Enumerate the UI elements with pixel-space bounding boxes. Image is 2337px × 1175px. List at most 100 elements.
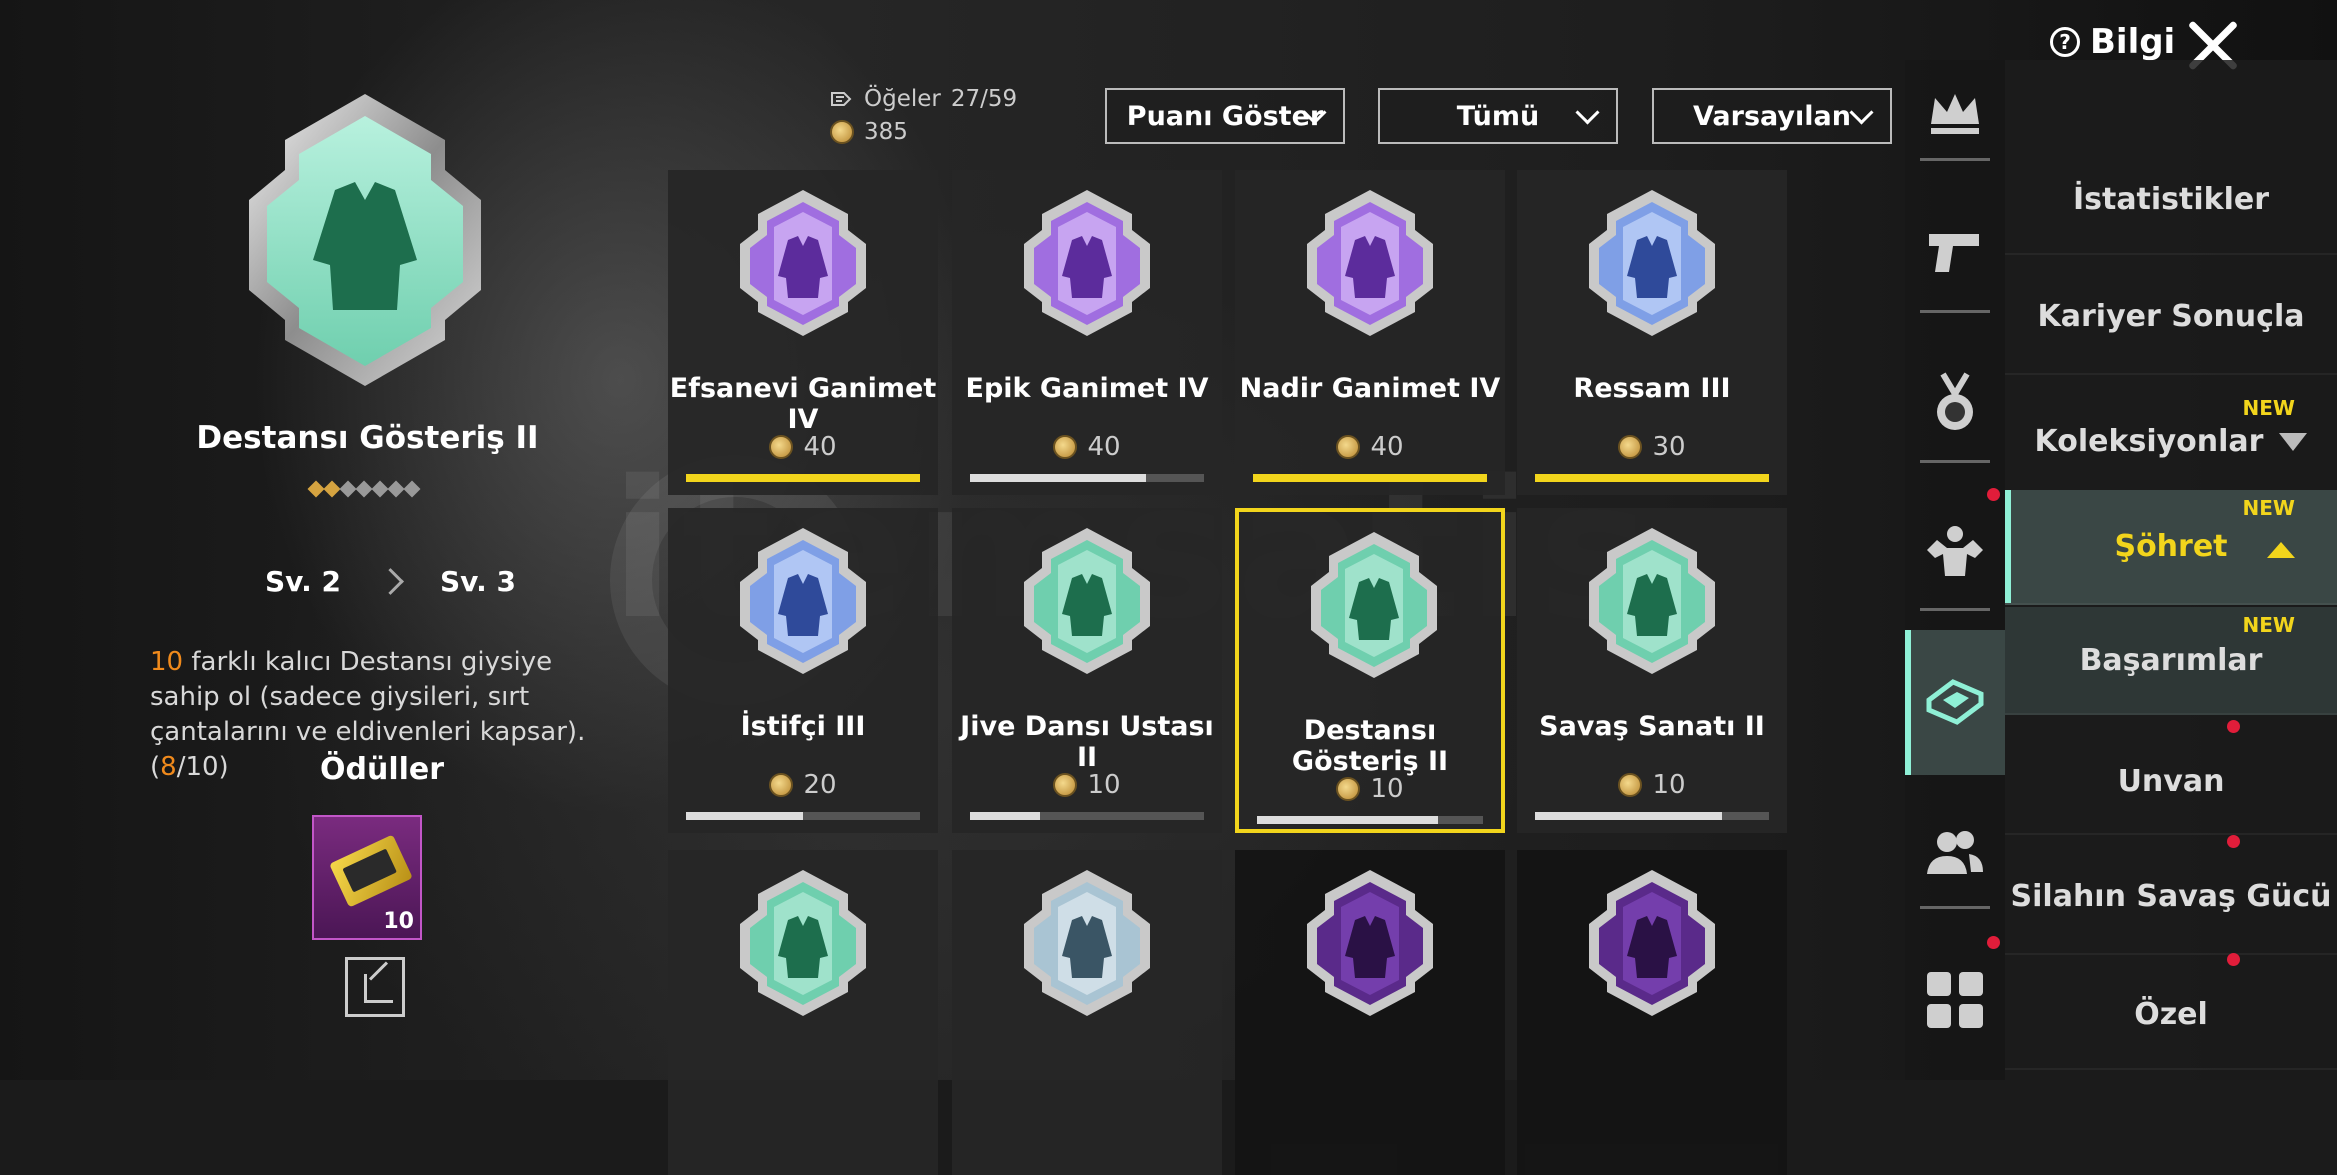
achievement-badge-icon [1587, 868, 1717, 1018]
progress-bar [1535, 812, 1769, 820]
menu-achievements[interactable]: Başarımlar NEW [2005, 607, 2337, 715]
menu-career-results[interactable]: Kariyer Sonuçla [2005, 260, 2337, 375]
help-button[interactable]: ? Bilgi [2050, 22, 2175, 62]
divider [1920, 460, 1990, 463]
achievement-card[interactable]: Savaş Sanatı II 10 [1517, 508, 1787, 833]
progress-fill [970, 474, 1146, 482]
points-icon [769, 435, 794, 459]
menu-collections[interactable]: Koleksiyonlar NEW [2005, 380, 2337, 505]
muscle-icon[interactable] [1923, 520, 1987, 584]
triangle-up-icon [2267, 542, 2295, 558]
achievement-card[interactable]: Nadir Ganimet IV 40 [1235, 170, 1505, 495]
pistol-icon[interactable] [1923, 220, 1987, 284]
achievement-points: 40 [668, 432, 938, 462]
achievement-card[interactable] [668, 850, 938, 1175]
achievement-badge-icon [738, 188, 868, 338]
progress-bar [1535, 474, 1769, 482]
achievement-card[interactable]: Ressam III 30 [1517, 170, 1787, 495]
points-value: 385 [864, 118, 908, 145]
achievement-points: 30 [1517, 432, 1787, 462]
progress-fill [970, 812, 1041, 820]
points-value: 40 [803, 432, 837, 462]
menu-weapon-power[interactable]: Silahın Savaş Gücü [2005, 840, 2337, 955]
achievement-card[interactable] [952, 850, 1222, 1175]
achievement-card[interactable]: Efsanevi Ganimet IV 40 [668, 170, 938, 495]
achievement-name: İstifçi III [740, 711, 866, 742]
achievement-card[interactable]: Epik Ganimet IV 40 [952, 170, 1222, 495]
friends-icon[interactable] [1923, 820, 1987, 884]
star-dot [323, 480, 341, 498]
divider [1920, 158, 1990, 161]
desc-progress: 8 [160, 752, 177, 782]
achievement-name: Jive Dansı Ustası II [960, 711, 1214, 773]
menu-label: İstatistikler [2072, 181, 2270, 217]
help-label: Bilgi [2090, 22, 2176, 62]
reward-item[interactable]: 10 [312, 815, 422, 940]
level-from: Sv. 2 [265, 565, 342, 598]
fame-icon[interactable] [1923, 670, 1987, 734]
reward-count: 10 [383, 909, 414, 934]
points-icon [1053, 773, 1078, 797]
star-dot [307, 480, 325, 498]
medal-icon[interactable] [1923, 370, 1987, 434]
menu-statistics[interactable]: İstatistikler [2005, 145, 2337, 255]
star-dot [339, 480, 357, 498]
progress-bar [970, 812, 1204, 820]
share-icon[interactable] [345, 957, 405, 1017]
new-badge: NEW [2242, 613, 2295, 637]
category-icon-column [1905, 60, 2005, 1080]
progress-bar [1257, 816, 1483, 824]
points-value: 30 [1652, 432, 1686, 462]
sort-dropdown[interactable]: Varsayılan [1652, 88, 1892, 144]
desc-count: 10 [150, 647, 184, 677]
achievement-card[interactable]: Destansı Gösteriş II 10 [1235, 508, 1505, 833]
achievement-name: Ressam III [1573, 373, 1731, 404]
question-icon: ? [2050, 27, 2080, 57]
star-dot [355, 480, 373, 498]
points-value: 40 [1087, 432, 1121, 462]
achievement-name: Destansı Gösteriş II [1291, 715, 1449, 777]
achievement-name: Efsanevi Ganimet IV [669, 373, 937, 435]
points-value: 10 [1652, 770, 1686, 800]
achievement-card[interactable]: İstifçi III 20 [668, 508, 938, 833]
points-value: 10 [1370, 774, 1404, 804]
chevron-down-icon [1849, 100, 1874, 125]
achievement-card[interactable] [1517, 850, 1787, 1175]
menu-fame[interactable]: Şöhret NEW [2005, 490, 2337, 605]
divider [1920, 608, 1990, 611]
progress-fill [1253, 474, 1487, 482]
achievement-points: 10 [1239, 774, 1501, 804]
menu-title[interactable]: Unvan [2005, 730, 2337, 835]
points-icon [1336, 777, 1361, 801]
ticket-icon [329, 834, 413, 908]
achievement-card[interactable] [1235, 850, 1505, 1175]
items-icon [831, 91, 852, 106]
chevron-right-icon [377, 568, 404, 595]
menu-special[interactable]: Özel [2005, 960, 2337, 1070]
achievement-badge-icon [1305, 868, 1435, 1018]
points-icon [1053, 435, 1078, 459]
dropdown-label: Varsayılan [1693, 100, 1851, 132]
progress-fill [1535, 812, 1723, 820]
menu-label: Özel [2134, 996, 2208, 1032]
crown-icon[interactable] [1923, 80, 1987, 144]
menu-label: Koleksiyonlar [2034, 424, 2264, 459]
progress-bar [970, 474, 1204, 482]
achievement-name: Epik Ganimet IV [965, 373, 1209, 404]
filter-all-dropdown[interactable]: Tümü [1378, 88, 1618, 144]
progress-bar [686, 812, 920, 820]
collection-stats: Öğeler 27/59 385 [830, 82, 1017, 148]
star-dot [387, 480, 405, 498]
achievement-card[interactable]: Jive Dansı Ustası II 10 [952, 508, 1222, 833]
points-value: 10 [1087, 770, 1121, 800]
star-dot [371, 480, 389, 498]
new-badge: NEW [2242, 396, 2295, 420]
dropdown-label: Puanı Göster [1126, 100, 1324, 132]
notification-dot [1987, 488, 2000, 501]
progress-bar [686, 474, 920, 482]
grid-icon[interactable] [1923, 968, 1987, 1032]
profile-menu: İstatistikler Kariyer Sonuçla Koleksiyon… [2005, 60, 2337, 1080]
show-points-dropdown[interactable]: Puanı Göster [1105, 88, 1345, 144]
menu-label: Şöhret [2114, 529, 2228, 564]
rewards-title: Ödüller [320, 752, 445, 787]
